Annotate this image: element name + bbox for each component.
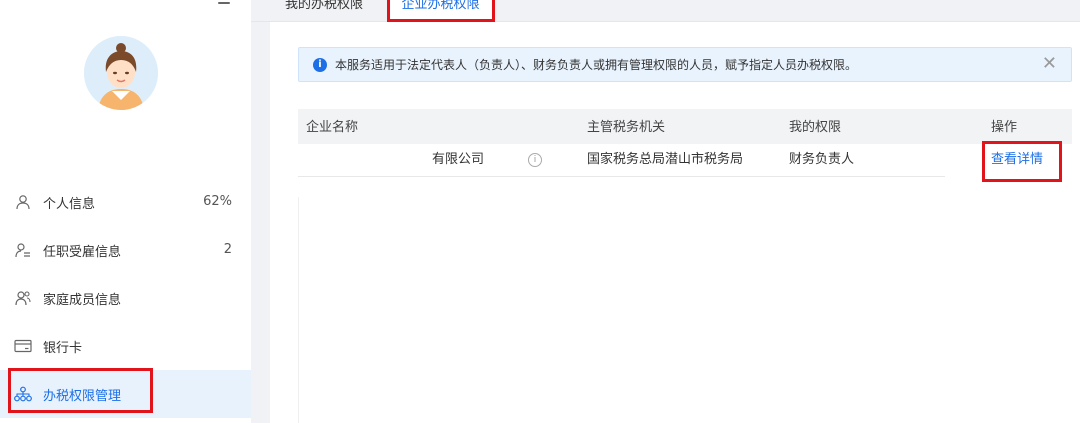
hamburger-menu-icon[interactable] [212,0,230,8]
org-tree-icon [14,385,32,403]
main-content: 我的办税权限 企业办税权限 i 本服务适用于法定代表人（负责人）、财务负责人或拥… [251,0,1080,423]
content-panel: i 本服务适用于法定代表人（负责人）、财务负责人或拥有管理权限的人员，赋予指定人… [270,22,1080,423]
info-icon: i [313,57,327,72]
table-header: 企业名称 主管税务机关 我的权限 操作 [298,109,1072,144]
notice-text: 本服务适用于法定代表人（负责人）、财务负责人或拥有管理权限的人员，赋予指定人员办… [335,58,858,72]
sidebar-item-label: 办税权限管理 [43,388,122,404]
person-icon [14,193,32,211]
view-details-link[interactable]: 查看详情 [991,144,1043,176]
sidebar-item-label: 银行卡 [43,340,83,356]
sidebar-item-label: 个人信息 [43,196,96,212]
info-circle-icon[interactable]: i [528,153,542,167]
sidebar-item-value: 2 [223,242,232,257]
close-icon[interactable]: ✕ [1042,55,1057,73]
company-name: 有限公司 [432,152,485,167]
user-avatar [84,36,158,110]
sidebar-item-bank-card[interactable]: 银行卡 [0,322,251,370]
tax-authority: 国家税务总局潜山市税务局 [587,152,744,167]
bank-card-icon [14,337,32,355]
tab-my-tax-permissions[interactable]: 我的办税权限 [285,0,363,22]
family-icon [14,289,32,307]
sidebar-menu: 个人信息 62% 任职受雇信息 2 家庭成员信息 银行卡 办税权限管理 [0,178,251,418]
person-list-icon [14,241,32,259]
table-left-border [298,197,299,423]
tab-enterprise-tax-permissions[interactable]: 企业办税权限 [387,0,494,22]
table-row: 有限公司 i 国家税务总局潜山市税务局 财务负责人 查看详情 [298,144,1072,177]
notice-banner: i 本服务适用于法定代表人（负责人）、财务负责人或拥有管理权限的人员，赋予指定人… [298,47,1072,82]
sidebar-item-employment-info[interactable]: 任职受雇信息 2 [0,226,251,274]
my-permission: 财务负责人 [789,152,855,167]
header-tax-authority: 主管税务机关 [587,120,666,135]
tab-bar: 我的办税权限 企业办税权限 [251,0,1080,22]
sidebar-item-label: 家庭成员信息 [43,292,122,308]
sidebar: 个人信息 62% 任职受雇信息 2 家庭成员信息 银行卡 办税权限管理 [0,0,251,423]
enterprise-table: 企业名称 主管税务机关 我的权限 操作 有限公司 i 国家税务总局潜山市税务局 … [298,109,1072,177]
sidebar-item-label: 任职受雇信息 [43,244,122,260]
header-company-name: 企业名称 [306,120,359,135]
header-action: 操作 [991,120,1018,135]
sidebar-item-tax-permission-mgmt[interactable]: 办税权限管理 [0,370,251,418]
header-my-permission: 我的权限 [789,120,842,135]
row-divider [298,176,945,177]
sidebar-item-value: 62% [203,194,232,209]
sidebar-item-family-info[interactable]: 家庭成员信息 [0,274,251,322]
sidebar-item-personal-info[interactable]: 个人信息 62% [0,178,251,226]
